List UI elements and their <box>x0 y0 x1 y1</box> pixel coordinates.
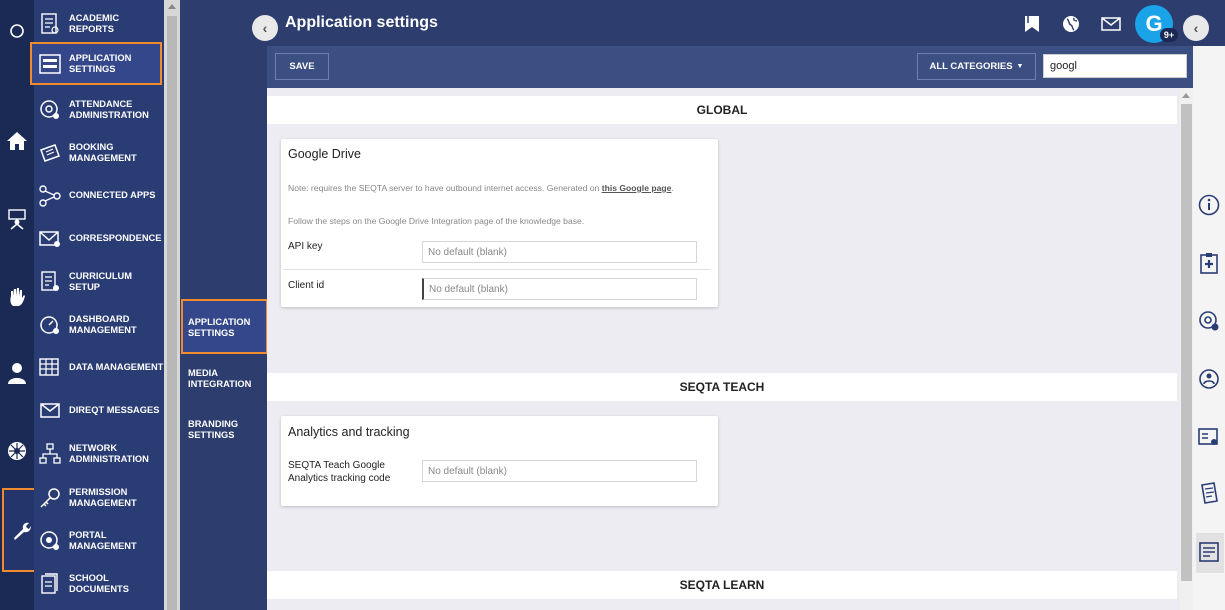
tracking-code-input[interactable]: No default (blank) <box>422 460 697 482</box>
module-label: ACADEMIC REPORTS <box>69 13 120 34</box>
module-attendance-administration[interactable]: ATTENDANCE ADMINISTRATION <box>34 88 164 131</box>
report-icon <box>39 12 61 35</box>
api-key-input[interactable]: No default (blank) <box>422 241 697 263</box>
wellbeing-icon[interactable] <box>1198 368 1220 390</box>
page-title: Application settings <box>285 14 438 31</box>
card-note: Note: requires the SEQTA server to have … <box>288 183 708 194</box>
user-icon[interactable] <box>0 360 34 386</box>
card-note-2: Follow the steps on the Google Drive Int… <box>288 216 585 226</box>
at-sign-icon <box>39 99 61 121</box>
mail-icon <box>39 228 61 250</box>
mail-icon[interactable] <box>1101 14 1121 34</box>
module-permission-management[interactable]: PERMISSION MANAGEMENT <box>34 476 164 519</box>
module-school-documents[interactable]: SCHOOL DOCUMENTS <box>34 562 164 605</box>
notes-icon[interactable] <box>1198 482 1220 504</box>
module-application-settings[interactable]: APPLICATION SETTINGS <box>30 42 162 85</box>
section-heading-seqta-teach: SEQTA TEACH <box>267 373 1177 401</box>
collapse-panel-button[interactable]: ‹ <box>1183 15 1209 41</box>
documents-icon <box>39 572 61 595</box>
client-id-label: Client id <box>288 280 325 291</box>
scroll-up-arrow-icon[interactable] <box>168 4 176 9</box>
settings-window-icon <box>39 53 61 75</box>
module-network-administration[interactable]: NETWORK ADMINISTRATION <box>34 432 164 475</box>
ticket-icon <box>39 142 61 164</box>
teacher-icon[interactable] <box>0 206 34 232</box>
dashboard-icon <box>39 314 61 336</box>
medical-icon[interactable] <box>1198 252 1220 274</box>
module-label: PORTAL MANAGEMENT <box>69 530 137 551</box>
module-label: PERMISSION MANAGEMENT <box>69 487 137 508</box>
section-heading-global: GLOBAL <box>267 96 1177 124</box>
module-direqt-messages[interactable]: DIREQT MESSAGES <box>34 389 164 432</box>
module-dashboard-management[interactable]: DASHBOARD MANAGEMENT <box>34 303 164 346</box>
module-label: DATA MANAGEMENT <box>69 362 164 373</box>
module-label: NETWORK ADMINISTRATION <box>69 443 149 464</box>
tracking-code-label: SEQTA Teach Google Analytics tracking co… <box>288 460 391 484</box>
category-dropdown[interactable]: ALL CATEGORIES ▼ <box>917 53 1036 80</box>
key-icon <box>39 487 61 509</box>
module-correspondence[interactable]: CORRESPONDENCE <box>34 217 164 260</box>
module-connected-apps[interactable]: CONNECTED APPS <box>34 174 164 217</box>
scroll-thumb[interactable] <box>1181 104 1192 581</box>
home-icon[interactable] <box>0 128 34 154</box>
module-label: ATTENDANCE ADMINISTRATION <box>69 99 149 120</box>
note-suffix: . <box>671 183 674 193</box>
curriculum-icon <box>39 270 61 293</box>
message-icon <box>39 400 61 422</box>
chevron-left-icon: ‹ <box>262 20 268 36</box>
module-label: APPLICATION SETTINGS <box>69 53 132 74</box>
section-heading-seqta-learn: SEQTA LEARN <box>267 571 1177 599</box>
search-input[interactable] <box>1043 54 1187 78</box>
category-label: ALL CATEGORIES <box>929 61 1013 72</box>
scroll-up-arrow-icon[interactable] <box>1182 93 1190 98</box>
module-booking-management[interactable]: BOOKING MANAGEMENT <box>34 131 164 174</box>
scroll-thumb[interactable] <box>167 16 177 610</box>
client-id-input[interactable]: No default (blank) <box>422 278 697 300</box>
table-icon <box>39 357 61 379</box>
module-label: CURRICULUM SETUP <box>69 271 133 292</box>
field-divider <box>283 269 711 270</box>
info-icon[interactable] <box>1198 194 1220 216</box>
module-label: DASHBOARD MANAGEMENT <box>69 314 137 335</box>
module-label: DIREQT MESSAGES <box>69 405 160 416</box>
google-page-link[interactable]: this Google page <box>602 183 672 193</box>
contact-icon[interactable] <box>1198 310 1220 332</box>
module-label: CONNECTED APPS <box>69 190 156 201</box>
module-data-management[interactable]: DATA MANAGEMENT <box>34 346 164 389</box>
module-nav-scrollbar[interactable] <box>164 0 180 610</box>
subnav-media-integration[interactable]: MEDIA INTEGRATION <box>188 368 258 390</box>
caret-down-icon: ▼ <box>1016 63 1024 70</box>
id-card-icon[interactable] <box>1198 426 1220 448</box>
module-academic-reports[interactable]: ACADEMIC REPORTS <box>34 2 164 45</box>
globe-icon[interactable] <box>1061 14 1081 34</box>
module-label: SCHOOL DOCUMENTS <box>69 573 129 594</box>
network-icon <box>39 442 61 465</box>
api-key-label: API key <box>288 241 323 252</box>
module-label: CORRESPONDENCE <box>69 233 162 244</box>
network-icon[interactable] <box>0 438 34 464</box>
module-curriculum-setup[interactable]: CURRICULUM SETUP <box>34 260 164 303</box>
subnav-branding-settings[interactable]: BRANDING SETTINGS <box>188 419 258 441</box>
save-button[interactable]: SAVE <box>275 53 329 80</box>
note-text: Note: requires the SEQTA server to have … <box>288 183 602 193</box>
connections-icon <box>39 184 61 207</box>
bookmark-icon[interactable] <box>1022 14 1042 34</box>
module-portal-management[interactable]: PORTAL MANAGEMENT <box>34 519 164 562</box>
content-scrollbar[interactable] <box>1180 88 1193 610</box>
chevron-left-icon: ‹ <box>1193 20 1199 36</box>
hand-icon[interactable] <box>0 284 34 310</box>
subnav-application-settings[interactable]: APPLICATION SETTINGS <box>188 317 258 339</box>
card-title: Analytics and tracking <box>288 425 410 439</box>
report-card-icon[interactable] <box>1198 541 1220 563</box>
back-button[interactable]: ‹ <box>252 15 278 41</box>
card-title: Google Drive <box>288 147 361 161</box>
left-icon-rail <box>0 0 39 610</box>
module-label: BOOKING MANAGEMENT <box>69 142 137 163</box>
portal-icon <box>39 530 61 552</box>
search-icon[interactable] <box>0 20 34 42</box>
notification-badge: 9+ <box>1160 28 1178 42</box>
